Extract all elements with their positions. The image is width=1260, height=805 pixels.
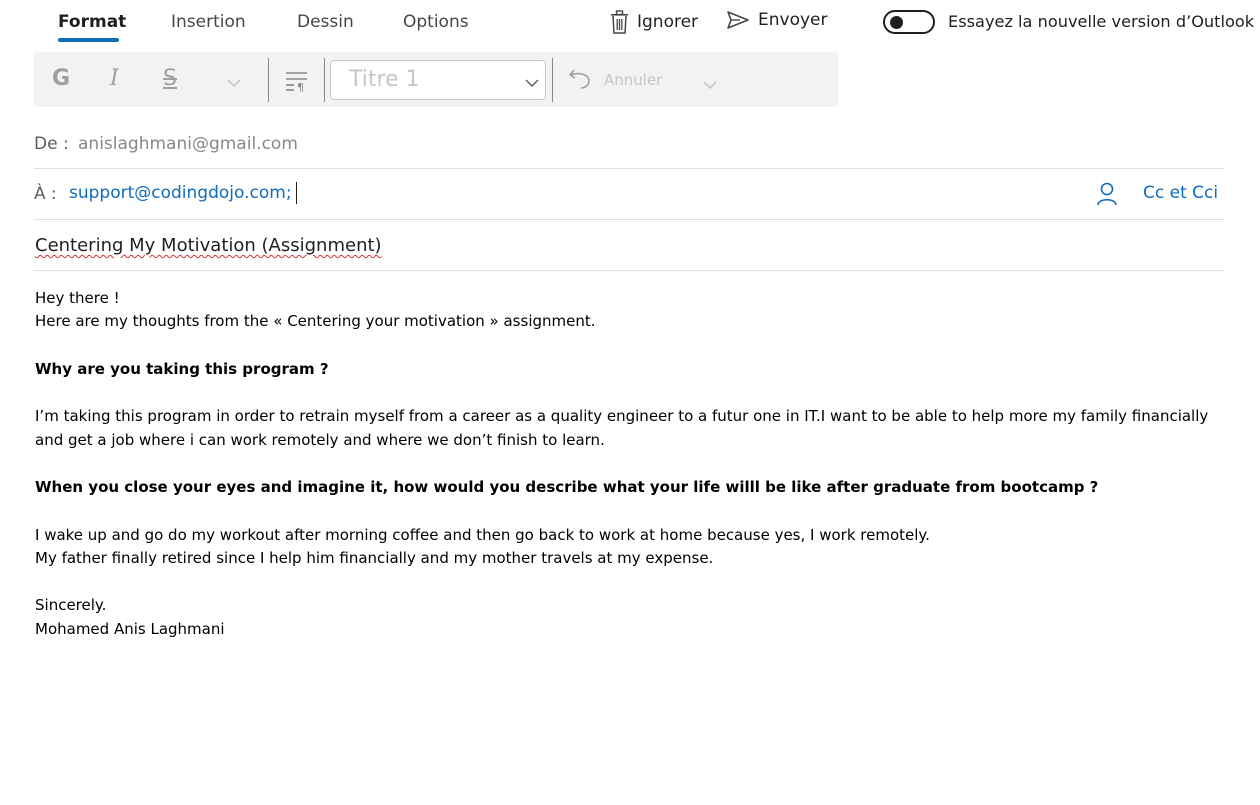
svg-text:¶: ¶ [297, 81, 304, 92]
paragraph-style-select[interactable]: Titre 1 [330, 60, 546, 100]
send-button[interactable]: Envoyer [726, 10, 828, 30]
bold-button[interactable]: G [52, 66, 70, 91]
undo-label: Annuler [604, 71, 663, 89]
body-line: and get a job where i can work remotely … [35, 431, 605, 449]
tab-insertion[interactable]: Insertion [171, 12, 246, 32]
toolbar-separator [552, 58, 553, 102]
field-divider [34, 168, 1224, 169]
discard-label: Ignorer [637, 12, 699, 32]
text-cursor [295, 182, 298, 204]
more-formatting-chevron-icon[interactable] [227, 73, 241, 92]
body-question: Why are you taking this program ? [35, 360, 329, 378]
tab-options[interactable]: Options [403, 12, 469, 32]
new-outlook-toggle[interactable] [883, 10, 935, 34]
italic-button[interactable]: I [110, 66, 119, 91]
body-line: Here are my thoughts from the « Centerin… [35, 312, 596, 330]
body-line: I’m taking this program in order to retr… [35, 407, 1209, 425]
to-field[interactable]: support@codingdojo.com; [69, 182, 298, 204]
body-question: When you close your eyes and imagine it,… [35, 478, 1099, 496]
subject-text: Centering My Motivation (Assignment) [35, 235, 382, 256]
toolbar-separator [324, 58, 325, 102]
field-divider [34, 219, 1224, 220]
body-line: I wake up and go do my workout after mor… [35, 526, 930, 544]
send-label: Envoyer [758, 10, 828, 30]
cc-bcc-button[interactable]: Cc et Cci [1143, 183, 1218, 203]
body-closing: Sincerely. [35, 596, 107, 614]
undo-dropdown-chevron-icon[interactable] [703, 75, 717, 94]
tab-format[interactable]: Format [58, 12, 126, 32]
person-icon[interactable] [1096, 182, 1118, 210]
send-icon [726, 10, 750, 30]
toggle-knob [890, 16, 903, 29]
strikethrough-button[interactable]: S [163, 66, 177, 91]
field-divider [34, 270, 1224, 271]
recipient-chip[interactable]: support@codingdojo.com; [69, 183, 292, 203]
body-line: Hey there ! [35, 289, 120, 307]
discard-button[interactable]: Ignorer [610, 10, 698, 34]
tab-dessin[interactable]: Dessin [297, 12, 354, 32]
active-tab-indicator [58, 38, 119, 42]
trash-icon [610, 10, 629, 34]
undo-icon [568, 66, 592, 94]
style-dropdown-chevron-icon [525, 73, 539, 92]
body-line: My father finally retired since I help h… [35, 549, 714, 567]
undo-button[interactable]: Annuler [568, 66, 662, 94]
body-signature: Mohamed Anis Laghmani [35, 620, 225, 638]
toolbar-separator [268, 58, 269, 102]
from-label: De : [34, 134, 69, 154]
paragraph-icon[interactable]: ¶ [285, 70, 309, 96]
to-label: À : [34, 184, 57, 204]
subject-field[interactable]: Centering My Motivation (Assignment) [35, 235, 382, 256]
new-outlook-label: Essayez la nouvelle version d’Outlook [948, 12, 1255, 31]
from-field[interactable]: anislaghmani@gmail.com [78, 134, 298, 154]
paragraph-style-value: Titre 1 [349, 67, 420, 92]
